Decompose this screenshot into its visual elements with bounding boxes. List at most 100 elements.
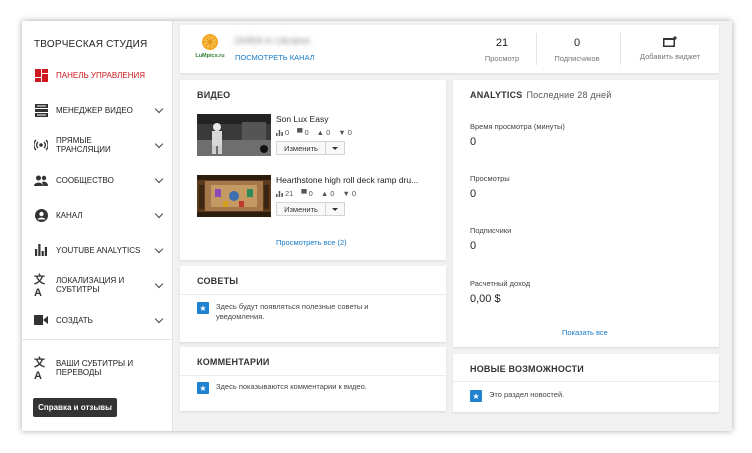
subscribers-stat: 0 Подписчиков [537,33,617,65]
sidebar-item-label: ВАШИ СУБТИТРЫ И ПЕРЕВОДЫ [56,359,134,377]
chevron-down-icon[interactable] [154,209,164,219]
tips-card-title: СОВЕТЫ [197,276,239,286]
views-stat: 21 Просмотр [462,33,542,65]
sidebar-item-label: YOUTUBE ANALYTICS [56,245,141,255]
sidebar-divider [22,339,172,340]
view-all-videos-link[interactable]: Просмотреть все (2) [276,238,347,247]
video-stats: 21 ▀ 0 ▲ 0 ▼ 0 [276,189,356,198]
card-divider [180,294,446,295]
sidebar-item-channel[interactable]: КАНАЛ [22,200,172,230]
create-icon [34,313,48,327]
comment-icon: ▀ [301,189,307,198]
comments-text: Здесь показываются комментарии к видео. [216,382,367,391]
subscribers-metric-label: Подписчики [470,226,512,235]
news-text: Это раздел новостей. [489,390,565,399]
news-card: НОВЫЕ ВОЗМОЖНОСТИ ★ Это раздел новостей. [453,354,719,412]
sidebar-item-localization[interactable]: 文A ЛОКАЛИЗАЦИЯ И СУБТИТРЫ [22,270,172,300]
translate-icon: 文A [34,357,45,382]
likes-stat-item: ▲ 0 [317,128,331,137]
view-channel-link[interactable]: ПОСМОТРЕТЬ КАНАЛ [235,53,315,62]
channel-name: OHRA in Ukraine [234,36,311,47]
chevron-down-icon[interactable] [154,244,164,254]
stat-divider [620,33,621,65]
thumbs-up-icon: ▲ [320,189,329,198]
sidebar-item-label: СООБЩЕСТВО [56,175,114,185]
video-card: ВИДЕО Son Lux Easy 0 ▀ 0 ▲ 0 ▼ 0 Изменит… [180,80,446,260]
revenue-value: 0,00 $ [470,293,501,305]
translate-icon: 文A [34,274,45,299]
watch-time-value: 0 [470,136,477,148]
dislikes-stat-item: ▼ 0 [342,189,356,198]
subscribers-label: Подписчиков [554,54,600,63]
comments-message: ★ Здесь показываются комментарии к видео… [197,382,437,394]
sidebar-item-label: ПАНЕЛЬ УПРАВЛЕНИЯ [56,70,146,80]
chevron-down-icon[interactable] [154,139,164,149]
channel-logo[interactable]: LuMpics.ru [193,33,227,59]
video-thumbnail[interactable] [197,175,271,217]
show-all-analytics-link[interactable]: Показать все [562,328,608,337]
live-stream-icon [34,138,48,152]
comments-value: 0 [304,128,309,137]
card-divider [453,381,719,382]
comments-stat-item: ▀ 0 [301,189,313,198]
likes-value: 0 [326,128,331,137]
info-star-icon: ★ [197,382,209,394]
edit-button[interactable]: Изменить [276,141,326,155]
comments-stat-item: ▀ 0 [297,128,309,137]
views-value: 0 [285,128,290,137]
sidebar-item-create[interactable]: СОЗДАТЬ [22,305,172,335]
dislikes-stat-item: ▼ 0 [338,128,352,137]
chevron-down-icon[interactable] [154,314,164,324]
edit-dropdown-button[interactable] [326,202,345,216]
dislikes-value: 0 [351,189,357,198]
card-divider [180,375,446,376]
sidebar-item-live[interactable]: ПРЯМЫЕ ТРАНСЛЯЦИИ [22,130,172,160]
analytics-title: ANALYTICS [470,90,523,100]
help-feedback-button[interactable]: Справка и отзывы [33,398,117,417]
likes-stat-item: ▲ 0 [321,189,335,198]
comment-icon: ▀ [297,128,303,137]
news-card-title: НОВЫЕ ВОЗМОЖНОСТИ [470,364,584,374]
video-manager-icon [34,103,48,117]
dashboard-icon [34,68,48,82]
channel-icon [34,208,48,222]
chevron-down-icon[interactable] [154,279,164,289]
sidebar-item-dashboard[interactable]: ПАНЕЛЬ УПРАВЛЕНИЯ [22,60,172,90]
chevron-down-icon[interactable] [154,174,164,184]
analytics-card: ANALYTICS Последние 28 дней Время просмот… [453,80,719,347]
edit-button[interactable]: Изменить [276,202,326,216]
sidebar: ТВОРЧЕСКАЯ СТУДИЯ ПАНЕЛЬ УПРАВЛЕНИЯ МЕНЕ… [22,21,173,431]
video-stats: 0 ▀ 0 ▲ 0 ▼ 0 [276,128,352,137]
views-stat-item: 0 [276,128,289,137]
comments-card-title: КОММЕНТАРИИ [197,357,270,367]
logo-text: LuMpics.ru [195,53,224,59]
views-value: 21 [285,189,294,198]
thumbs-down-icon: ▼ [338,128,346,137]
comments-value: 0 [308,189,313,198]
add-widget-button[interactable]: Добавить виджет [630,33,710,65]
sidebar-item-analytics[interactable]: YOUTUBE ANALYTICS [22,235,172,265]
subscribers-count: 0 [573,37,581,49]
dislikes-value: 0 [347,128,352,137]
sidebar-item-subtitles[interactable]: 文A ВАШИ СУБТИТРЫ И ПЕРЕВОДЫ [22,353,172,383]
chevron-down-icon[interactable] [154,104,164,114]
analytics-icon [34,243,48,257]
sidebar-item-label: ПРЯМЫЕ ТРАНСЛЯЦИИ [56,136,111,154]
edit-dropdown-button[interactable] [326,141,345,155]
video-title[interactable]: Hearthstone high roll deck ramp dru... [276,175,418,185]
likes-value: 0 [330,189,335,198]
tip-message: ★ Здесь будут появляться полезные советы… [197,302,417,322]
tip-text: Здесь будут появляться полезные советы и… [216,302,369,321]
analytics-card-title: ANALYTICS Последние 28 дней [470,90,611,100]
list-item[interactable]: Son Lux Easy 0 ▀ 0 ▲ 0 ▼ 0 Изменить [197,114,445,162]
list-item[interactable]: Hearthstone high roll deck ramp dru... 2… [197,175,445,223]
video-thumbnail[interactable] [197,114,271,156]
views-count: 21 [495,37,509,49]
sidebar-item-label: КАНАЛ [56,210,83,220]
video-card-title: ВИДЕО [197,90,231,100]
video-title[interactable]: Son Lux Easy [276,114,328,124]
views-label: Просмотр [484,54,520,63]
sidebar-item-video-manager[interactable]: МЕНЕДЖЕР ВИДЕО [22,95,172,125]
views-metric-value: 0 [470,188,477,200]
sidebar-item-community[interactable]: СООБЩЕСТВО [22,165,172,195]
